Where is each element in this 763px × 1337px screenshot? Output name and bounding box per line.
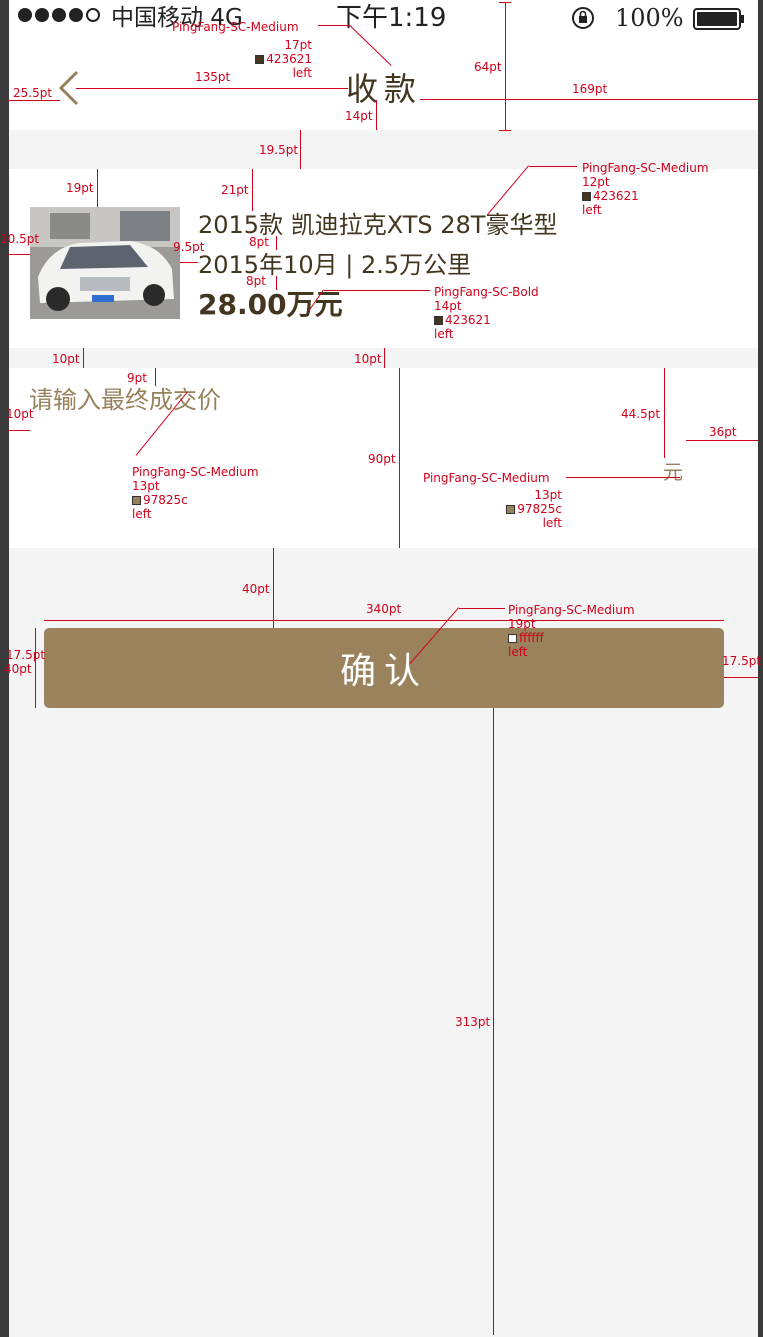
dim-label: 313pt: [455, 1015, 491, 1029]
dim-label: 9pt: [127, 371, 147, 385]
dim-label: 40pt: [4, 662, 32, 676]
battery-percent: 100%: [615, 4, 684, 32]
price-font-spec: PingFang-SC-Bold 14pt 423621 left: [434, 285, 539, 341]
navigation-bar: 中国移动 4G 下午1:19 100% 收款: [9, 0, 758, 130]
dim-label: 10pt: [354, 352, 382, 366]
dim-label: 340pt: [366, 602, 402, 616]
name-font-spec: PingFang-SC-Medium 12pt 423621 left: [582, 161, 709, 217]
page-title: 收款: [346, 70, 423, 108]
car-photo: [30, 207, 180, 319]
title-font-spec: 17pt 423621 left: [250, 38, 312, 80]
dim-label: 14pt: [345, 109, 373, 123]
dim-label: 10.5pt: [0, 232, 40, 246]
signal-strength-icon: [18, 8, 100, 36]
battery-icon: [693, 8, 744, 30]
dim-label: 90pt: [368, 452, 396, 466]
dim-label: 64pt: [474, 60, 502, 74]
dim-label: 135pt: [195, 70, 231, 84]
rotation-lock-icon: [572, 7, 594, 29]
button-font-spec: PingFang-SC-Medium 19pt ffffff left: [508, 603, 635, 659]
dim-label: 44.5pt: [621, 407, 661, 421]
dim-label: 9.5pt: [173, 240, 205, 254]
dim-label: 17.5pt: [722, 654, 762, 668]
unit-font-spec: 13pt 97825c left: [504, 488, 562, 530]
dim-label: 8pt: [249, 235, 269, 249]
dim-label: 17.5pt: [6, 648, 46, 662]
dim-label: 36pt: [709, 425, 737, 439]
final-price-input[interactable]: [29, 382, 649, 418]
title-font-spec: PingFang-SC-Medium: [172, 20, 299, 34]
dim-label: 40pt: [242, 582, 270, 596]
car-year-mileage: 2015年10月 | 2.5万公里: [198, 251, 472, 279]
dim-label: 21pt: [221, 183, 249, 197]
dim-label: 10pt: [6, 407, 34, 421]
hint-font-spec: PingFang-SC-Medium 13pt 97825c left: [132, 465, 259, 521]
dim-label: 8pt: [246, 274, 266, 288]
dim-label: 169pt: [572, 82, 608, 96]
dim-label: 19.5pt: [259, 143, 299, 157]
car-price: 28.00万元: [198, 288, 343, 321]
dim-label: 25.5pt: [13, 86, 53, 100]
dim-label: 10pt: [52, 352, 80, 366]
unit-font-spec: PingFang-SC-Medium: [423, 471, 550, 485]
price-unit-label: 元: [663, 460, 683, 484]
dim-label: 19pt: [66, 181, 94, 195]
